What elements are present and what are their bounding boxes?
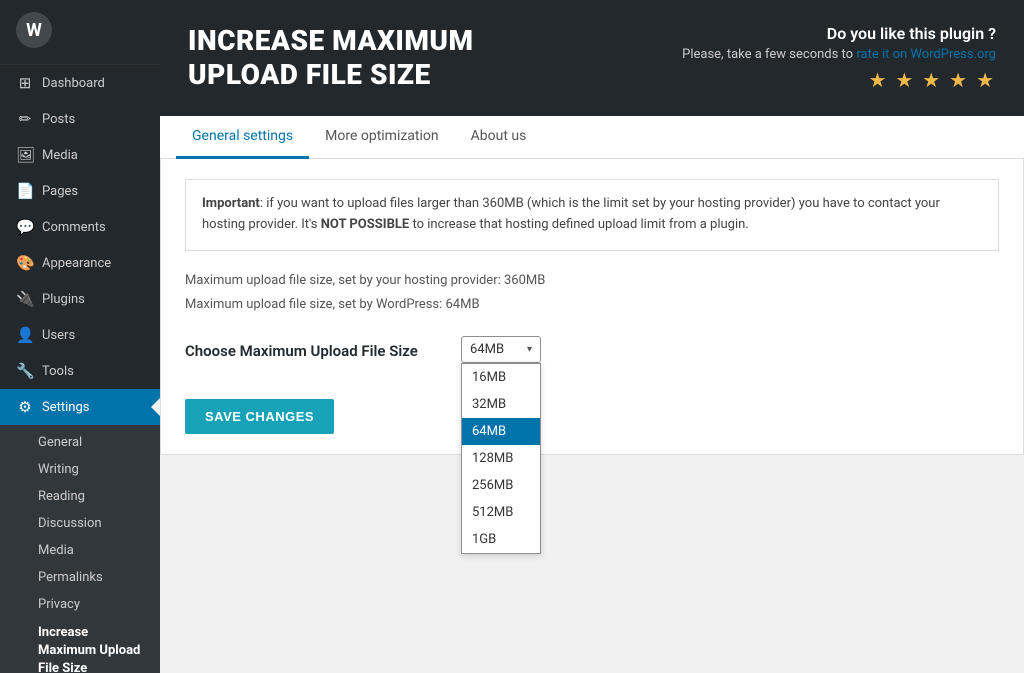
sidebar-item-label: Plugins bbox=[42, 292, 85, 307]
choose-label: Choose Maximum Upload File Size bbox=[185, 336, 445, 360]
svg-text:W: W bbox=[26, 20, 42, 41]
plugin-title: INCREASE MAXIMUM UPLOAD FILE SIZE bbox=[188, 24, 474, 91]
submenu-item-privacy[interactable]: Privacy bbox=[0, 591, 160, 618]
tools-icon: 🔧 bbox=[16, 362, 34, 380]
choose-upload-size-row: Choose Maximum Upload File Size 64MB ▾ 1… bbox=[185, 336, 999, 363]
notice-text-end: to increase that hosting defined upload … bbox=[409, 217, 749, 232]
option-512mb[interactable]: 512MB bbox=[462, 499, 540, 526]
option-1gb[interactable]: 1GB bbox=[462, 526, 540, 553]
users-icon: 👤 bbox=[16, 326, 34, 344]
appearance-icon: 🎨 bbox=[16, 254, 34, 272]
sidebar-item-tools[interactable]: 🔧 Tools bbox=[0, 353, 160, 389]
tab-about-us[interactable]: About us bbox=[455, 116, 543, 159]
tab-more-optimization[interactable]: More optimization bbox=[309, 116, 455, 159]
option-16mb[interactable]: 16MB bbox=[462, 364, 540, 391]
plugins-icon: 🔌 bbox=[16, 290, 34, 308]
star-rating: ★ ★ ★ ★ ★ bbox=[682, 68, 996, 92]
pages-icon: 📄 bbox=[16, 182, 34, 200]
submenu-item-media[interactable]: Media bbox=[0, 537, 160, 564]
sidebar: W ⊞ Dashboard ✏ Posts 🖼 Media 📄 Pages 💬 … bbox=[0, 0, 160, 673]
option-256mb[interactable]: 256MB bbox=[462, 472, 540, 499]
sidebar-item-label: Media bbox=[42, 148, 78, 163]
rate-link[interactable]: rate it on WordPress.org bbox=[856, 47, 996, 62]
settings-panel: Important: if you want to upload files l… bbox=[160, 159, 1024, 455]
save-changes-button[interactable]: SAVE CHANGES bbox=[185, 399, 334, 434]
sidebar-item-label: Users bbox=[42, 328, 75, 343]
sidebar-item-label: Posts bbox=[42, 112, 75, 127]
dashboard-icon: ⊞ bbox=[16, 74, 34, 92]
plugin-header: INCREASE MAXIMUM UPLOAD FILE SIZE Do you… bbox=[160, 0, 1024, 116]
file-size-dropdown-list: 16MB 32MB 64MB 128MB 256MB 512MB 1GB bbox=[461, 363, 541, 554]
sidebar-item-users[interactable]: 👤 Users bbox=[0, 317, 160, 353]
sidebar-item-label: Dashboard bbox=[42, 76, 105, 91]
promo-rate-text: Please, take a few seconds to rate it on… bbox=[682, 47, 996, 62]
main-content: INCREASE MAXIMUM UPLOAD FILE SIZE Do you… bbox=[160, 0, 1024, 673]
wp-logo-icon: W bbox=[16, 12, 52, 48]
notice-box: Important: if you want to upload files l… bbox=[185, 179, 999, 251]
option-64mb[interactable]: 64MB bbox=[462, 418, 540, 445]
notice-bold-prefix: Important bbox=[202, 196, 260, 211]
info-line-1: Maximum upload file size, set by your ho… bbox=[185, 271, 999, 292]
option-32mb[interactable]: 32MB bbox=[462, 391, 540, 418]
submenu-item-reading[interactable]: Reading bbox=[0, 483, 160, 510]
tab-general-settings[interactable]: General settings bbox=[176, 116, 309, 159]
sidebar-item-label: Tools bbox=[42, 364, 74, 379]
sidebar-item-pages[interactable]: 📄 Pages bbox=[0, 173, 160, 209]
submenu-item-plugin[interactable]: Increase Maximum Upload File Size bbox=[0, 618, 160, 673]
submenu-item-writing[interactable]: Writing bbox=[0, 456, 160, 483]
submenu-item-general[interactable]: General bbox=[0, 429, 160, 456]
comments-icon: 💬 bbox=[16, 218, 34, 236]
sidebar-item-label: Appearance bbox=[42, 256, 111, 271]
info-line-2: Maximum upload file size, set by WordPre… bbox=[185, 295, 999, 316]
sidebar-item-appearance[interactable]: 🎨 Appearance bbox=[0, 245, 160, 281]
promo-question: Do you like this plugin ? bbox=[682, 24, 996, 43]
sidebar-item-dashboard[interactable]: ⊞ Dashboard bbox=[0, 65, 160, 101]
file-size-dropdown-wrapper: 64MB ▾ 16MB 32MB 64MB 128MB 256MB 512MB … bbox=[461, 336, 541, 363]
notice-bold-middle: NOT POSSIBLE bbox=[321, 217, 409, 232]
sidebar-item-label: Pages bbox=[42, 184, 78, 199]
chevron-down-icon: ▾ bbox=[527, 344, 532, 355]
sidebar-item-posts[interactable]: ✏ Posts bbox=[0, 101, 160, 137]
plugin-promo: Do you like this plugin ? Please, take a… bbox=[682, 24, 996, 92]
sidebar-item-settings[interactable]: ⚙ Settings bbox=[0, 389, 160, 425]
option-128mb[interactable]: 128MB bbox=[462, 445, 540, 472]
tab-bar: General settings More optimization About… bbox=[160, 116, 1024, 159]
file-size-dropdown-trigger[interactable]: 64MB ▾ bbox=[461, 336, 541, 363]
plugin-header-title: INCREASE MAXIMUM UPLOAD FILE SIZE bbox=[188, 24, 474, 91]
dropdown-current-value: 64MB bbox=[470, 342, 504, 357]
submenu-item-discussion[interactable]: Discussion bbox=[0, 510, 160, 537]
sidebar-item-label: Comments bbox=[42, 220, 106, 235]
sidebar-item-comments[interactable]: 💬 Comments bbox=[0, 209, 160, 245]
sidebar-logo: W bbox=[0, 0, 160, 65]
sidebar-item-plugins[interactable]: 🔌 Plugins bbox=[0, 281, 160, 317]
settings-submenu: General Writing Reading Discussion Media… bbox=[0, 425, 160, 673]
posts-icon: ✏ bbox=[16, 110, 34, 128]
media-icon: 🖼 bbox=[16, 146, 34, 164]
submenu-item-permalinks[interactable]: Permalinks bbox=[0, 564, 160, 591]
sidebar-item-media[interactable]: 🖼 Media bbox=[0, 137, 160, 173]
sidebar-item-label: Settings bbox=[42, 400, 89, 415]
settings-icon: ⚙ bbox=[16, 398, 34, 416]
